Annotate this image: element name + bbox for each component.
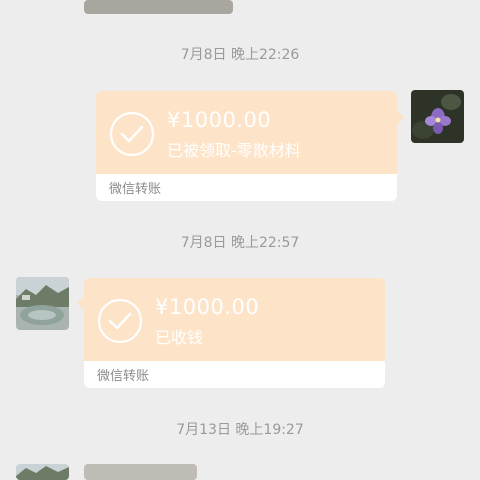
timestamp: 7月13日 晚上19:27 <box>176 422 304 438</box>
timestamp: 7月8日 晚上22:57 <box>180 235 300 251</box>
transfer-status: 已收钱 <box>155 328 204 347</box>
image-message-partial-bottom[interactable] <box>84 464 197 480</box>
transfer-footer-label: 微信转账 <box>109 182 162 197</box>
transfer-card-outgoing[interactable]: ¥1000.00 已被领取-零散材料 微信转账 <box>96 91 397 201</box>
transfer-amount: ¥1000.00 <box>155 295 260 319</box>
image-message-partial-top[interactable] <box>84 0 233 14</box>
avatar-self[interactable] <box>411 90 464 143</box>
transfer-amount: ¥1000.00 <box>167 108 272 132</box>
transfer-footer-label: 微信转账 <box>97 369 150 384</box>
check-circle-icon <box>109 111 155 157</box>
transfer-card-incoming[interactable]: ¥1000.00 已收钱 微信转账 <box>84 278 385 388</box>
landscape-avatar-icon <box>16 277 69 330</box>
bubble-tail-right <box>397 110 404 124</box>
bubble-tail-left <box>77 296 84 310</box>
transfer-status: 已被领取-零散材料 <box>167 141 301 160</box>
landscape-avatar-icon <box>16 464 69 480</box>
check-circle-icon <box>97 298 143 344</box>
avatar-contact[interactable] <box>16 464 69 480</box>
flower-avatar-icon <box>411 90 464 143</box>
avatar-contact[interactable] <box>16 277 69 330</box>
timestamp: 7月8日 晚上22:26 <box>180 47 300 63</box>
